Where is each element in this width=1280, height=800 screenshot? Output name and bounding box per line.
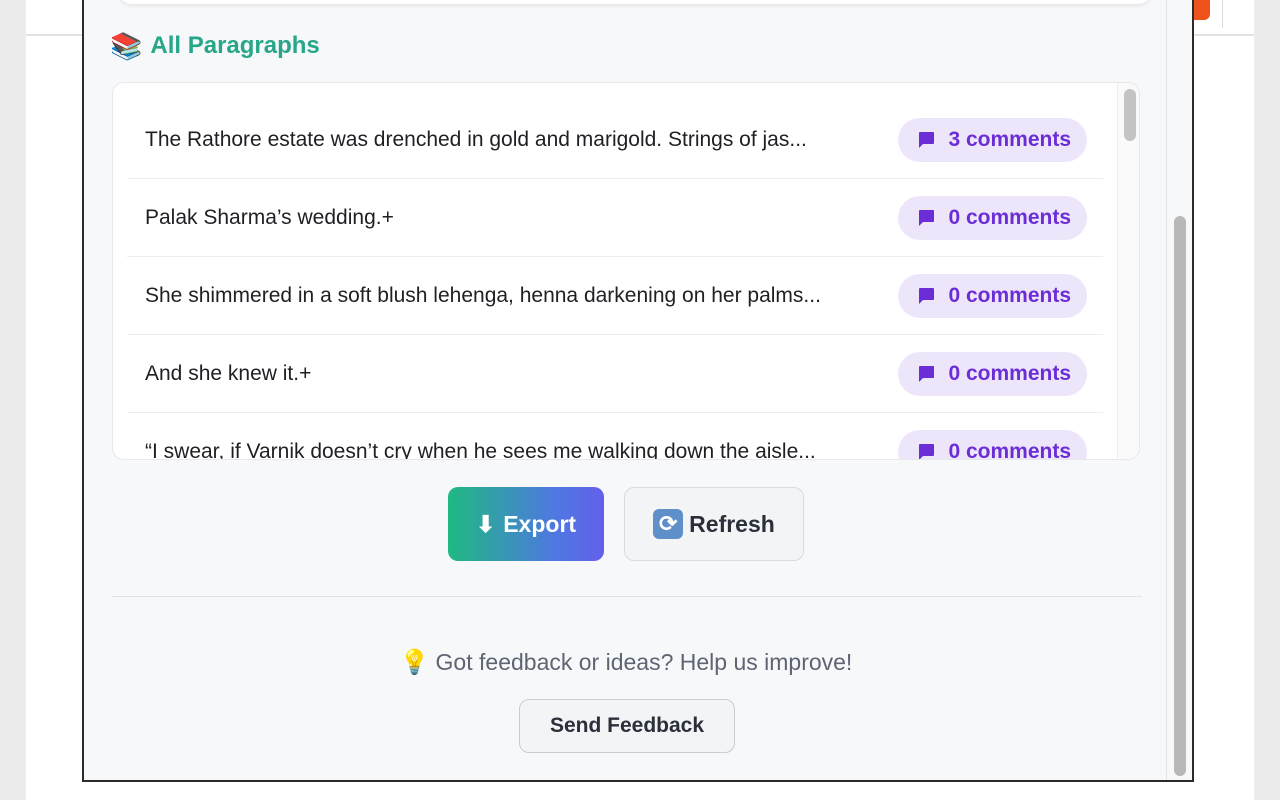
action-buttons: ⬇ Export ⟳ Refresh [84, 487, 1168, 561]
comments-badge[interactable]: 0 comments [898, 351, 1087, 396]
section-divider [112, 596, 1142, 597]
lightbulb-icon: 💡 [399, 649, 430, 676]
paragraph-text: Palak Sharma’s wedding.+ [145, 205, 394, 229]
refresh-button[interactable]: ⟳ Refresh [624, 487, 804, 561]
paragraph-text: She shimmered in a soft blush lehenga, h… [145, 283, 821, 307]
comments-count: 0 comments [948, 361, 1071, 385]
extension-popup: 📚 All Paragraphs The Rathore estate was … [82, 0, 1194, 782]
paragraph-text: The Rathore estate was drenched in gold … [145, 127, 807, 151]
comments-badge[interactable]: 0 comments [898, 429, 1087, 460]
popup-scrollbar[interactable] [1166, 0, 1192, 780]
background-separator [1222, 0, 1223, 28]
comment-icon [916, 286, 936, 306]
paragraph-row[interactable]: “I swear, if Varnik doesn’t cry when he … [127, 413, 1103, 460]
books-icon: 📚 [110, 31, 143, 61]
paragraph-list: The Rathore estate was drenched in gold … [112, 82, 1140, 460]
popup-scrollbar-thumb[interactable] [1174, 216, 1186, 776]
section-header: 📚 All Paragraphs [110, 32, 320, 60]
export-label: Export [503, 510, 577, 537]
comments-badge[interactable]: 3 comments [898, 117, 1087, 162]
paragraph-row[interactable]: The Rathore estate was drenched in gold … [127, 101, 1103, 179]
export-button[interactable]: ⬇ Export [448, 487, 604, 561]
paragraph-text: And she knew it.+ [145, 361, 312, 385]
comments-count: 0 comments [948, 283, 1071, 307]
list-scrollbar-thumb[interactable] [1124, 89, 1136, 141]
paragraph-row[interactable]: She shimmered in a soft blush lehenga, h… [127, 257, 1103, 335]
comment-icon [916, 208, 936, 228]
comments-count: 3 comments [948, 127, 1071, 151]
download-arrow-icon: ⬇ [475, 510, 496, 537]
paragraph-row[interactable]: And she knew it.+ 0 comments [127, 335, 1103, 413]
send-feedback-button[interactable]: Send Feedback [519, 699, 735, 753]
comment-icon [916, 130, 936, 150]
section-title: All Paragraphs [150, 32, 320, 59]
paragraph-text: “I swear, if Varnik doesn’t cry when he … [145, 439, 816, 460]
comments-count: 0 comments [948, 205, 1071, 229]
comment-icon [916, 442, 936, 459]
list-scrollbar[interactable] [1117, 83, 1139, 459]
feedback-prompt: 💡 Got feedback or ideas? Help us improve! [84, 648, 1168, 677]
comments-badge[interactable]: 0 comments [898, 273, 1087, 318]
top-card-edge [118, 0, 1152, 4]
refresh-icon: ⟳ [653, 509, 684, 539]
paragraph-rows: The Rathore estate was drenched in gold … [127, 101, 1103, 460]
comment-icon [916, 364, 936, 384]
paragraph-row[interactable]: Palak Sharma’s wedding.+ 0 comments [127, 179, 1103, 257]
comments-count: 0 comments [948, 439, 1071, 460]
comments-badge[interactable]: 0 comments [898, 195, 1087, 240]
refresh-label: Refresh [689, 510, 775, 537]
feedback-text: Got feedback or ideas? Help us improve! [435, 649, 853, 675]
